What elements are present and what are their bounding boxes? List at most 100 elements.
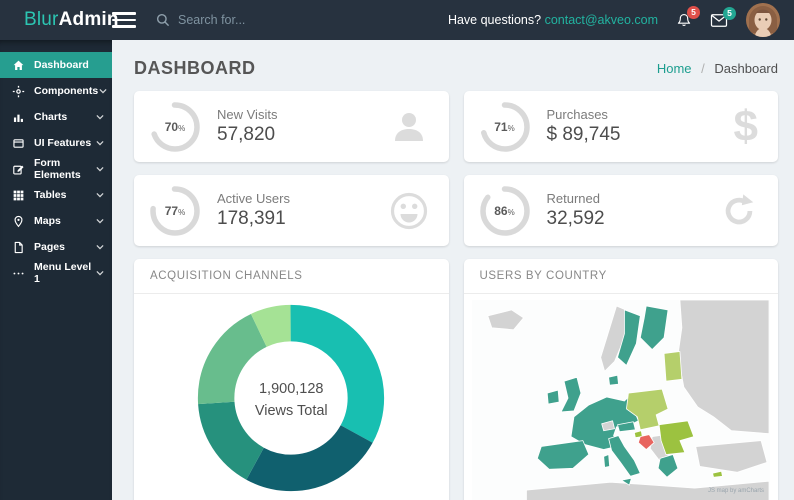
map-region-cyprus	[712, 471, 722, 477]
europe-map-chart[interactable]	[472, 300, 771, 500]
map-region-greece	[658, 454, 678, 477]
stat-percent: 70	[165, 120, 178, 134]
mail-badge: 5	[723, 7, 736, 20]
stat-value: $ 89,745	[547, 124, 734, 146]
panel-title: ACQUISITION CHANNELS	[134, 259, 449, 294]
user-avatar[interactable]	[746, 3, 780, 37]
notifications-bell[interactable]: 5	[676, 12, 692, 29]
chevron-down-icon	[95, 113, 105, 121]
page-title: DASHBOARD	[134, 58, 256, 79]
search-input[interactable]	[178, 13, 328, 27]
messages[interactable]: 5	[710, 13, 728, 28]
sidebar-item-label: Pages	[34, 241, 95, 253]
home-icon	[12, 59, 25, 72]
stat-card-new-visits: 70% New Visits 57,820	[134, 91, 449, 162]
sidebar-item-label: Menu Level 1	[34, 261, 95, 285]
panels-grid: ACQUISITION CHANNELS 1,900,128 Views Tot…	[134, 259, 778, 500]
stat-percent: 86	[494, 204, 507, 218]
map-attribution: JS map by amCharts	[708, 488, 764, 494]
map-region-romania-bulgaria	[659, 421, 694, 455]
map-region-iberia	[537, 441, 588, 470]
percent-sign: %	[178, 124, 185, 133]
user-avatar-image	[746, 3, 780, 37]
sidebar-item-label: Components	[34, 85, 98, 97]
map-pin-icon	[12, 215, 25, 228]
chevron-down-icon	[98, 87, 108, 95]
topbar-right: Have questions? contact@akveo.com 5 5	[448, 3, 794, 37]
table-grid-icon	[12, 189, 25, 202]
stat-label: Returned	[547, 191, 721, 206]
sidebar-item-menu-level-1[interactable]: Menu Level 1	[0, 260, 112, 286]
sidebar-item-dashboard[interactable]: Dashboard	[0, 52, 112, 78]
sidebar-item-form-elements[interactable]: Form Elements	[0, 156, 112, 182]
percent-sign: %	[508, 208, 515, 217]
dots-icon	[12, 267, 25, 280]
map-region-denmark	[608, 375, 618, 385]
search-box	[156, 13, 328, 27]
sidebar-item-pages[interactable]: Pages	[0, 234, 112, 260]
acquisition-channels-panel: ACQUISITION CHANNELS 1,900,128 Views Tot…	[134, 259, 449, 500]
stat-value: 32,592	[547, 208, 721, 230]
stat-cards-grid: 70% New Visits 57,820 71% P	[134, 91, 778, 246]
chevron-down-icon	[95, 217, 105, 225]
sidebar-item-label: Maps	[34, 215, 95, 227]
sidebar-item-label: UI Features	[34, 137, 95, 149]
file-icon	[12, 241, 25, 254]
chevron-down-icon	[95, 139, 105, 147]
app-logo[interactable]: BlurAdmin	[0, 9, 104, 31]
contact-email-link[interactable]: contact@akveo.com	[545, 13, 658, 27]
topbar: BlurAdmin Have questions? contact@akveo.…	[0, 0, 794, 40]
chevron-down-icon	[95, 191, 105, 199]
search-icon	[156, 13, 170, 27]
stat-percent: 71	[494, 120, 507, 134]
sidebar-item-label: Tables	[34, 189, 95, 201]
map-region-east-europe	[677, 300, 768, 434]
main-content: DASHBOARD Home / Dashboard 70% New Visit…	[112, 40, 794, 500]
stat-value: 178,391	[217, 208, 389, 230]
europe-map-svg[interactable]	[472, 300, 769, 500]
stat-label: Purchases	[547, 107, 734, 122]
map-region-baltics	[664, 352, 682, 382]
sidebar-item-label: Form Elements	[34, 157, 95, 181]
sidebar-item-label: Charts	[34, 111, 95, 123]
views-total-value: 1,900,128	[259, 379, 324, 401]
chevron-down-icon	[95, 165, 105, 173]
gear-icon	[12, 85, 25, 98]
stat-card-purchases: 71% Purchases $ 89,745 $	[464, 91, 779, 162]
breadcrumb-home-link[interactable]: Home	[657, 61, 692, 76]
chevron-down-icon	[95, 243, 105, 251]
dollar-icon: $	[734, 105, 758, 149]
chevron-down-icon	[95, 269, 105, 277]
menu-toggle-icon[interactable]	[112, 12, 136, 28]
stat-percent: 77	[165, 204, 178, 218]
person-icon	[389, 108, 429, 146]
views-total-caption: Views Total	[255, 401, 328, 423]
logo-admin: Admin	[59, 9, 119, 30]
sidebar-item-label: Dashboard	[34, 59, 105, 71]
stat-card-active-users: 77% Active Users 178,391	[134, 175, 449, 246]
edit-icon	[12, 163, 25, 176]
stat-label: Active Users	[217, 191, 389, 206]
progress-arc: 86%	[478, 184, 532, 238]
sidebar-item-maps[interactable]: Maps	[0, 208, 112, 234]
map-region-ireland	[547, 390, 559, 404]
percent-sign: %	[178, 208, 185, 217]
sidebar-item-components[interactable]: Components	[0, 78, 112, 104]
help-text: Have questions? contact@akveo.com	[448, 13, 658, 27]
sidebar-item-charts[interactable]: Charts	[0, 104, 112, 130]
donut-center-label: 1,900,128 Views Total	[195, 302, 387, 499]
stat-value: 57,820	[217, 124, 389, 146]
map-region-turkey	[695, 441, 766, 473]
smiley-icon	[389, 191, 429, 231]
acquisition-donut-chart[interactable]: 1,900,128 Views Total	[195, 302, 387, 499]
progress-arc: 71%	[478, 100, 532, 154]
panel-title: USERS BY COUNTRY	[464, 259, 779, 294]
sidebar-item-tables[interactable]: Tables	[0, 182, 112, 208]
window-icon	[12, 137, 25, 150]
progress-arc: 77%	[148, 184, 202, 238]
progress-arc: 70%	[148, 100, 202, 154]
map-region-italy	[608, 436, 640, 477]
sidebar: Dashboard Components Charts UI Features	[0, 40, 112, 500]
sidebar-item-ui-features[interactable]: UI Features	[0, 130, 112, 156]
bar-chart-icon	[12, 111, 25, 124]
